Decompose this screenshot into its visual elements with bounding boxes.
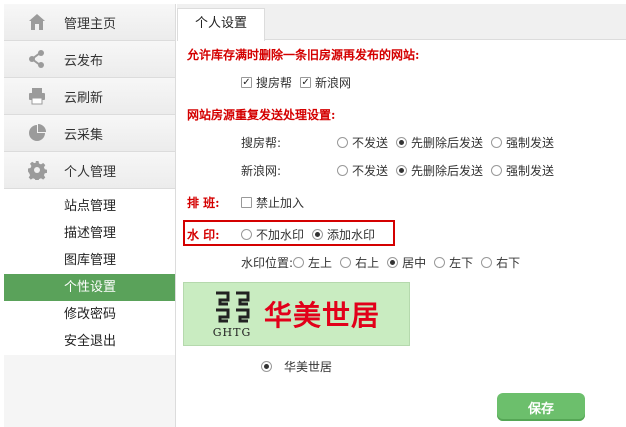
home-icon — [26, 11, 48, 33]
pie-chart-icon — [26, 122, 48, 144]
section-title-delete-old: 允许库存满时删除一条旧房源再发布的网站: — [187, 48, 420, 62]
radio-not-send[interactable]: 不发送 — [337, 162, 388, 179]
submenu-item-logout[interactable]: 安全退出 — [4, 328, 175, 355]
duplicate-row-sina: 新浪网: 不发送 先删除后发送 强制发送 — [241, 162, 562, 179]
submenu-item-descriptions[interactable]: 描述管理 — [4, 220, 175, 247]
tab-personal-settings[interactable]: 个人设置 — [177, 8, 265, 41]
checkbox-label: 新浪网 — [315, 76, 352, 90]
sidebar-item-home[interactable]: 管理主页 — [4, 4, 175, 41]
radio[interactable] — [396, 165, 408, 176]
sidebar-item-label: 云刷新 — [64, 90, 104, 106]
logo-english-text: GHTG — [212, 325, 252, 339]
radio[interactable] — [312, 229, 324, 240]
radio-label: 添加水印 — [327, 228, 376, 242]
gear-icon — [26, 159, 48, 181]
radio-pos-bottom-left[interactable]: 左下 — [434, 254, 473, 271]
sidebar: 管理主页 云发布 云刷新 云采集 个人管理 站点管理 描述管理 图库管理 个性设… — [4, 4, 176, 427]
radio[interactable] — [293, 257, 305, 268]
radio-delete-then-send[interactable]: 先删除后发送 — [396, 162, 483, 179]
radio-label: 不发送 — [352, 136, 389, 150]
watermark-position-row: 水印位置: 左上 右上 居中 左下 右下 — [241, 254, 528, 271]
checkbox-label: 搜房帮 — [256, 76, 293, 90]
radio-label: 左上 — [308, 256, 333, 270]
radio-delete-then-send[interactable]: 先删除后发送 — [396, 134, 483, 151]
radio-label: 不发送 — [352, 164, 389, 178]
radio-logo-huameishiju[interactable]: 华美世居 — [261, 358, 332, 375]
site-label: 搜房帮: — [241, 136, 282, 150]
radio-label: 居中 — [402, 256, 427, 270]
watermark-logo-preview: GHTG 华美世居 — [183, 282, 410, 346]
submenu-item-change-password[interactable]: 修改密码 — [4, 301, 175, 328]
radio-pos-top-left[interactable]: 左上 — [293, 254, 332, 271]
save-button[interactable]: 保存 — [497, 393, 585, 421]
sidebar-item-label: 个人管理 — [64, 164, 117, 180]
radio[interactable] — [481, 257, 493, 268]
radio-label: 右上 — [355, 256, 380, 270]
checkbox-sina[interactable]: 新浪网 — [300, 74, 351, 91]
settings-panel: 允许库存满时删除一条旧房源再发布的网站: 搜房帮 新浪网 网站房源重复发送处理设… — [177, 40, 626, 427]
paiban-label: 排 班: — [187, 196, 220, 210]
radio-label: 先删除后发送 — [411, 164, 484, 178]
checkbox[interactable] — [300, 77, 312, 88]
watermark-row: 水 印: 不加水印 添加水印 — [187, 226, 383, 243]
radio-label: 华美世居 — [284, 360, 333, 374]
submenu-item-sites[interactable]: 站点管理 — [4, 193, 175, 220]
sidebar-item-refresh[interactable]: 云刷新 — [4, 78, 175, 115]
checkbox-disable-join[interactable]: 禁止加入 — [241, 194, 304, 211]
site-label: 新浪网: — [241, 164, 282, 178]
radio[interactable] — [387, 257, 399, 268]
logo-choice-row: 华美世居 — [261, 358, 340, 375]
submenu-item-personalization[interactable]: 个性设置 — [4, 274, 175, 301]
paiban-row: 排 班: 禁止加入 — [187, 194, 312, 211]
checkbox-label: 禁止加入 — [256, 196, 305, 210]
duplicate-row-soufangbang: 搜房帮: 不发送 先删除后发送 强制发送 — [241, 134, 562, 151]
watermark-position-label: 水印位置: — [241, 256, 294, 270]
radio-label: 强制发送 — [506, 164, 555, 178]
radio-label: 先删除后发送 — [411, 136, 484, 150]
sidebar-item-publish[interactable]: 云发布 — [4, 41, 175, 78]
radio-no-watermark[interactable]: 不加水印 — [241, 226, 304, 243]
radio-force-send[interactable]: 强制发送 — [491, 162, 554, 179]
logo-emblem-icon — [216, 291, 250, 322]
radio[interactable] — [261, 361, 272, 372]
radio-not-send[interactable]: 不发送 — [337, 134, 388, 151]
radio[interactable] — [340, 257, 352, 268]
radio[interactable] — [396, 137, 408, 148]
radio[interactable] — [337, 137, 348, 148]
radio[interactable] — [241, 229, 252, 240]
radio-force-send[interactable]: 强制发送 — [491, 134, 554, 151]
radio[interactable] — [434, 257, 446, 268]
radio-pos-bottom-right[interactable]: 右下 — [481, 254, 520, 271]
radio-label: 右下 — [496, 256, 521, 270]
sidebar-item-label: 云采集 — [64, 127, 104, 143]
delete-old-options: 搜房帮 新浪网 — [241, 74, 359, 91]
submenu: 站点管理 描述管理 图库管理 个性设置 修改密码 安全退出 — [4, 189, 175, 355]
radio-add-watermark[interactable]: 添加水印 — [312, 226, 375, 243]
logo-mark: GHTG — [206, 286, 258, 342]
sidebar-item-personal[interactable]: 个人管理 — [4, 152, 175, 189]
checkbox-soufangbang[interactable]: 搜房帮 — [241, 74, 292, 91]
section-title-duplicate: 网站房源重复发送处理设置: — [187, 108, 336, 122]
radio-pos-top-right[interactable]: 右上 — [340, 254, 379, 271]
logo-chinese-text: 华美世居 — [264, 299, 381, 332]
radio[interactable] — [491, 165, 503, 176]
checkbox[interactable] — [241, 77, 252, 88]
sidebar-item-label: 管理主页 — [64, 16, 117, 32]
checkbox[interactable] — [241, 197, 252, 208]
radio-pos-center[interactable]: 居中 — [387, 254, 426, 271]
sidebar-item-collect[interactable]: 云采集 — [4, 115, 175, 152]
sidebar-item-label: 云发布 — [64, 53, 104, 69]
radio-label: 左下 — [449, 256, 474, 270]
printer-icon — [26, 85, 48, 107]
radio-label: 不加水印 — [256, 228, 305, 242]
watermark-label: 水 印: — [187, 228, 220, 242]
tab-bar: 个人设置 — [177, 4, 626, 41]
radio[interactable] — [337, 165, 348, 176]
radio[interactable] — [491, 137, 503, 148]
submenu-item-gallery[interactable]: 图库管理 — [4, 247, 175, 274]
radio-label: 强制发送 — [506, 136, 555, 150]
share-icon — [26, 48, 48, 70]
